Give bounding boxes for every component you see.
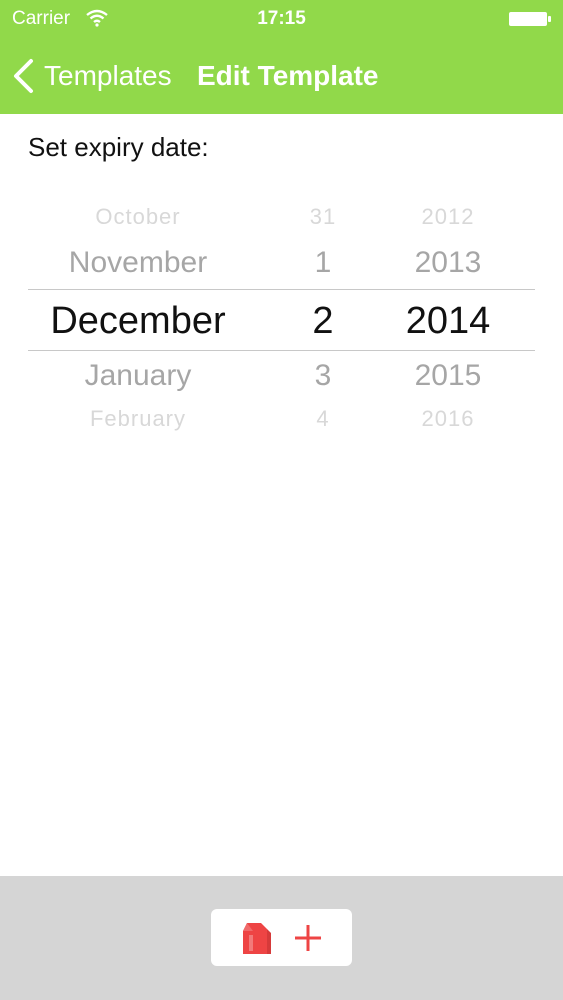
back-button[interactable]: Templates [12, 54, 172, 98]
year-selected[interactable]: 2014 [388, 300, 508, 343]
battery-icon [509, 12, 551, 26]
expiry-prompt: Set expiry date: [28, 132, 209, 162]
date-picker[interactable]: October November December January Februa… [28, 196, 535, 436]
year-option[interactable]: 2015 [388, 359, 508, 393]
status-bar: Carrier 17:15 [0, 0, 563, 40]
month-option[interactable]: January [28, 359, 248, 393]
day-option[interactable]: 31 [278, 204, 368, 230]
add-item-button[interactable] [211, 909, 352, 966]
year-option[interactable]: 2016 [388, 406, 508, 432]
month-option[interactable]: November [28, 246, 248, 280]
day-selected[interactable]: 2 [278, 300, 368, 343]
year-option[interactable]: 2013 [388, 246, 508, 280]
day-option[interactable]: 4 [278, 406, 368, 432]
page-title: Edit Template [197, 60, 379, 91]
day-wheel[interactable]: 31 1 2 3 4 [278, 196, 368, 436]
back-label: Templates [44, 60, 172, 91]
year-wheel[interactable]: 2012 2013 2014 2015 2016 [388, 196, 508, 436]
bottom-toolbar [0, 876, 563, 1000]
milk-carton-icon [243, 923, 271, 954]
nav-bar: Templates Edit Template [0, 44, 563, 110]
year-option[interactable]: 2012 [388, 204, 508, 230]
day-option[interactable]: 3 [278, 359, 368, 393]
status-time: 17:15 [257, 8, 306, 29]
month-option[interactable]: February [28, 406, 248, 432]
chevron-left-icon [14, 59, 33, 93]
month-option[interactable]: October [28, 204, 248, 230]
month-selected[interactable]: December [28, 300, 248, 343]
header: Carrier 17:15 Templates Edit Template [0, 0, 563, 114]
plus-icon [295, 925, 321, 951]
month-wheel[interactable]: October November December January Februa… [28, 196, 248, 436]
day-option[interactable]: 1 [278, 246, 368, 280]
